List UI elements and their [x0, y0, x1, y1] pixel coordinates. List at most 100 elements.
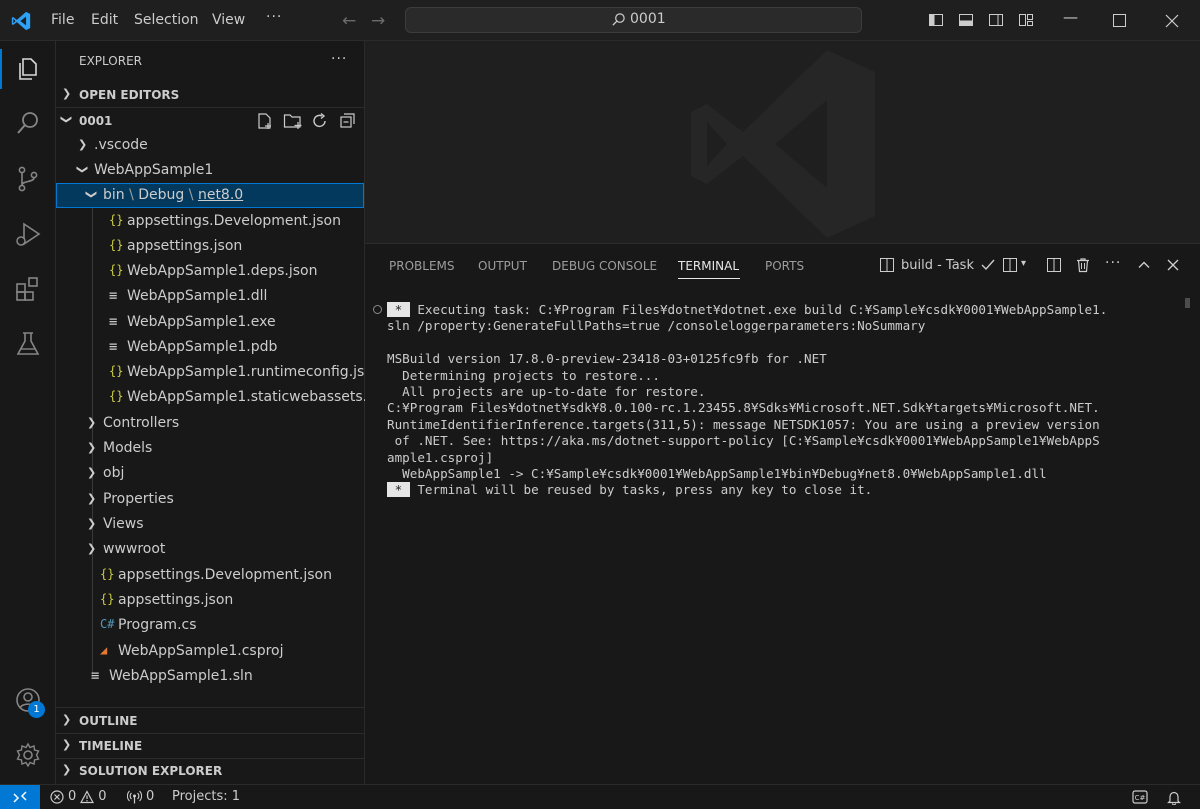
- tree-folder[interactable]: ❯ Models: [56, 436, 364, 461]
- active-tab-underline: [678, 278, 740, 279]
- tree-file[interactable]: ◢ WebAppSample1.csproj: [56, 639, 364, 664]
- terminal-line: [387, 335, 1167, 351]
- menu-file[interactable]: File: [51, 12, 74, 28]
- new-file-icon[interactable]: [256, 112, 274, 130]
- settings-gear-icon[interactable]: [14, 741, 42, 769]
- run-and-debug-icon[interactable]: [14, 220, 42, 248]
- tab-debug-console[interactable]: DEBUG CONSOLE: [552, 259, 657, 273]
- tree-file[interactable]: {} WebAppSample1.runtimeconfig.json: [56, 360, 382, 385]
- refresh-icon[interactable]: [311, 112, 329, 130]
- tree-file[interactable]: {} appsettings.Development.json: [56, 209, 364, 234]
- tab-problems[interactable]: PROBLEMS: [389, 259, 455, 273]
- tree-item-label: WebAppSample1.dll: [127, 288, 268, 304]
- remote-icon: [13, 791, 27, 803]
- terminal-line: RuntimeIdentifierInference.targets(311,5…: [387, 417, 1167, 433]
- chevron-right-icon: ❯: [62, 763, 72, 776]
- notifications-bell-icon[interactable]: [1167, 790, 1181, 805]
- status-bar: 0 0 0 Projects: 1 C#: [0, 784, 1200, 809]
- terminal-line: WebAppSample1 -> C:¥Sample¥csdk¥0001¥Web…: [387, 466, 1167, 482]
- terminal-line-text: [387, 335, 395, 350]
- trash-icon[interactable]: [1075, 257, 1091, 273]
- new-folder-icon[interactable]: [283, 112, 303, 130]
- terminal-line: sln /property:GenerateFullPaths=true /co…: [387, 318, 1167, 334]
- menu-edit[interactable]: Edit: [91, 12, 118, 28]
- split-editor-icon[interactable]: [1046, 257, 1062, 273]
- sidebar-more-button[interactable]: ···: [331, 51, 347, 67]
- command-decoration-icon[interactable]: [373, 305, 382, 314]
- broadcast-icon: [127, 790, 142, 803]
- section-timeline[interactable]: ❯ TIMELINE: [56, 734, 365, 758]
- tree-folder[interactable]: ❯ .vscode: [56, 133, 364, 158]
- tree-file[interactable]: {} appsettings.Development.json: [56, 563, 364, 588]
- tree-folder[interactable]: ❯ Views: [56, 512, 364, 537]
- close-icon[interactable]: [1165, 14, 1179, 28]
- terminal-instance[interactable]: build - Task: [879, 257, 996, 273]
- json-file-icon: {}: [109, 238, 124, 252]
- problems-status[interactable]: 0 0: [50, 789, 107, 804]
- toggle-panel-icon[interactable]: [958, 12, 974, 28]
- menu-selection[interactable]: Selection: [134, 12, 199, 28]
- back-arrow-icon[interactable]: ←: [342, 11, 356, 31]
- ports-status[interactable]: 0: [127, 789, 154, 804]
- editor-area[interactable]: [365, 41, 1200, 243]
- chevron-right-icon: ❯: [87, 441, 97, 454]
- remote-indicator[interactable]: [0, 785, 40, 809]
- close-panel-icon[interactable]: [1165, 257, 1181, 273]
- tree-item-label: WebAppSample1.runtimeconfig.json: [127, 364, 382, 380]
- new-terminal-split-icon[interactable]: [1002, 257, 1018, 273]
- tree-file[interactable]: ≡ WebAppSample1.exe: [56, 310, 364, 335]
- tree-folder[interactable]: ❯ wwwroot: [56, 537, 364, 562]
- tree-file[interactable]: {} WebAppSample1.deps.json: [56, 259, 364, 284]
- tree-file[interactable]: ≡ WebAppSample1.pdb: [56, 335, 364, 360]
- extensions-icon[interactable]: [14, 275, 42, 303]
- terminal-line: * Executing task: C:¥Program Files¥dotne…: [387, 302, 1167, 318]
- chevron-up-icon[interactable]: [1136, 257, 1152, 273]
- menu-more-button[interactable]: ···: [266, 9, 282, 25]
- tree-folder[interactable]: ❯ WebAppSample1: [56, 158, 364, 183]
- tree-file[interactable]: ≡ WebAppSample1.dll: [56, 284, 364, 309]
- tree-file[interactable]: {} WebAppSample1.staticwebassets.ru...: [56, 385, 395, 410]
- section-outline[interactable]: ❯ OUTLINE: [56, 709, 365, 733]
- tree-folder[interactable]: ❯ Properties: [56, 487, 364, 512]
- maximize-icon[interactable]: [1113, 14, 1126, 27]
- csharp-devkit-icon[interactable]: C#: [1132, 790, 1148, 804]
- terminal-output[interactable]: * Executing task: C:¥Program Files¥dotne…: [387, 302, 1167, 499]
- tab-output[interactable]: OUTPUT: [478, 259, 527, 273]
- section-solution-explorer[interactable]: ❯ SOLUTION EXPLORER: [56, 759, 365, 783]
- section-open-editors[interactable]: ❯ OPEN EDITORS: [56, 83, 365, 107]
- tree-item-label: appsettings.Development.json: [118, 567, 332, 583]
- source-control-icon[interactable]: [14, 165, 42, 193]
- more-actions-button[interactable]: ···: [1105, 255, 1121, 271]
- tree-item-label: WebAppSample1.sln: [109, 668, 253, 684]
- collapse-all-icon[interactable]: [339, 112, 357, 130]
- search-icon[interactable]: [14, 109, 42, 137]
- chevron-down-icon[interactable]: ▾: [1021, 258, 1026, 269]
- tab-terminal[interactable]: TERMINAL: [678, 259, 739, 273]
- terminal-line: All projects are up-to-date for restore.: [387, 384, 1167, 400]
- tree-item-label: WebAppSample1.pdb: [127, 339, 278, 355]
- toggle-primary-sidebar-icon[interactable]: [928, 12, 944, 28]
- svg-text:C#: C#: [1135, 794, 1146, 802]
- tab-ports[interactable]: PORTS: [765, 259, 804, 273]
- terminal-scrollbar[interactable]: [1185, 298, 1190, 308]
- tree-folder[interactable]: ❯ obj: [56, 461, 364, 486]
- tree-folder[interactable]: ❯ Controllers: [56, 411, 364, 436]
- forward-arrow-icon[interactable]: →: [371, 11, 385, 31]
- tree-folder[interactable]: ❯ bin \ Debug \ net8.0: [56, 183, 364, 208]
- tree-file[interactable]: {} appsettings.json: [56, 234, 364, 259]
- tree-file[interactable]: ≡ WebAppSample1.sln: [56, 664, 364, 689]
- customize-layout-icon[interactable]: [1018, 12, 1034, 28]
- error-count: 0: [68, 789, 77, 804]
- tree-file[interactable]: C# Program.cs: [56, 613, 364, 638]
- tree-file[interactable]: {} appsettings.json: [56, 588, 364, 613]
- command-center-search[interactable]: 0001: [405, 7, 862, 33]
- terminal-line-text: RuntimeIdentifierInference.targets(311,5…: [387, 416, 1100, 432]
- minimize-icon[interactable]: —: [1063, 8, 1078, 26]
- menu-view[interactable]: View: [212, 12, 245, 28]
- terminal-line-text: Determining projects to restore...: [387, 367, 660, 383]
- chevron-right-icon: ❯: [87, 416, 97, 429]
- projects-status[interactable]: Projects: 1: [172, 789, 240, 804]
- explorer-icon[interactable]: [14, 54, 42, 82]
- toggle-secondary-sidebar-icon[interactable]: [988, 12, 1004, 28]
- testing-flask-icon[interactable]: [14, 330, 42, 358]
